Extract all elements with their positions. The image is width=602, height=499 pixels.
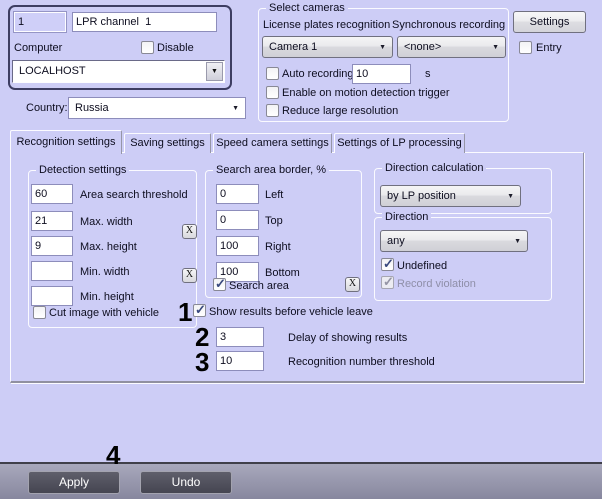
footer-bar: Apply Undo <box>0 462 602 499</box>
annotation-1: 1 <box>178 299 192 325</box>
border-right-label: Right <box>265 241 291 254</box>
reduce-resolution-label: Reduce large resolution <box>282 105 398 118</box>
select-cameras-title: Select cameras <box>266 2 348 14</box>
motion-trigger-label: Enable on motion detection trigger <box>282 87 450 100</box>
border-bottom-label: Bottom <box>265 267 300 280</box>
search-area-title: Search area border, % <box>213 164 329 176</box>
sync-recording-value: <none> <box>404 41 441 53</box>
lpr-camera-select[interactable]: Camera 1 ▼ <box>262 36 393 58</box>
cut-image-label: Cut image with vehicle <box>49 307 159 320</box>
min-height-label: Min. height <box>80 291 134 304</box>
record-violation-label: Record violation <box>397 278 476 291</box>
tab-saving-settings[interactable]: Saving settings <box>124 133 211 153</box>
threshold-label: Recognition number threshold <box>288 356 435 369</box>
border-left-label: Left <box>265 189 283 202</box>
country-select-value: Russia <box>75 102 109 114</box>
delay-input[interactable] <box>216 327 264 347</box>
sync-recording-select[interactable]: <none> ▼ <box>397 36 506 58</box>
computer-select-value: LOCALHOST <box>19 65 86 77</box>
search-area-label: Search area <box>229 280 289 293</box>
direction-title: Direction <box>382 211 431 223</box>
detection-settings-title: Detection settings <box>36 164 129 176</box>
country-label: Country: <box>26 102 68 115</box>
disable-checkbox[interactable] <box>141 41 154 54</box>
chevron-down-icon: ▼ <box>232 105 239 113</box>
undo-button[interactable]: Undo <box>140 471 232 494</box>
threshold-input[interactable] <box>216 351 264 371</box>
channel-name-input[interactable] <box>72 12 217 32</box>
max-width-input[interactable] <box>31 211 73 231</box>
sync-recording-label: Synchronous recording <box>392 19 505 32</box>
annotation-3: 3 <box>195 349 209 375</box>
tab-lp-processing-settings[interactable]: Settings of LP processing <box>334 133 465 153</box>
record-violation-checkbox <box>381 276 394 289</box>
area-search-threshold-input[interactable] <box>31 184 73 204</box>
channel-id-input[interactable] <box>14 12 66 32</box>
tab-speed-camera-settings[interactable]: Speed camera settings <box>213 133 332 153</box>
chevron-down-icon: ▼ <box>492 44 499 52</box>
tab-recognition-settings[interactable]: Recognition settings <box>10 130 122 154</box>
min-width-input[interactable] <box>31 261 73 281</box>
chevron-down-icon: ▼ <box>507 193 514 201</box>
show-results-label: Show results before vehicle leave <box>209 306 373 319</box>
direction-select[interactable]: any ▼ <box>380 230 528 252</box>
border-left-input[interactable] <box>216 184 259 204</box>
lpr-settings-dialog: Computer Disable LOCALHOST ▼ Country: Ru… <box>0 0 602 499</box>
entry-checkbox[interactable] <box>519 41 532 54</box>
apply-button[interactable]: Apply <box>28 471 120 494</box>
clear-max-size-button[interactable]: X <box>182 224 197 239</box>
direction-calculation-select[interactable]: by LP position ▼ <box>380 185 521 207</box>
clear-min-size-button[interactable]: X <box>182 268 197 283</box>
chevron-down-icon[interactable]: ▼ <box>206 62 223 81</box>
motion-trigger-checkbox[interactable] <box>266 86 279 99</box>
border-right-input[interactable] <box>216 236 259 256</box>
min-width-label: Min. width <box>80 266 130 279</box>
search-area-checkbox[interactable] <box>213 278 226 291</box>
apply-button-label: Apply <box>59 475 89 489</box>
max-height-label: Max. height <box>80 241 137 254</box>
clear-search-area-button[interactable]: X <box>345 277 360 292</box>
direction-calculation-title: Direction calculation <box>382 162 486 174</box>
border-top-label: Top <box>265 215 283 228</box>
reduce-resolution-checkbox[interactable] <box>266 104 279 117</box>
chevron-down-icon: ▼ <box>514 238 521 246</box>
undefined-checkbox[interactable] <box>381 258 394 271</box>
undefined-label: Undefined <box>397 260 447 273</box>
auto-recording-duration-input[interactable] <box>352 64 411 84</box>
annotation-4: 4 <box>106 442 120 468</box>
auto-recording-checkbox[interactable] <box>266 67 279 80</box>
cut-image-checkbox[interactable] <box>33 306 46 319</box>
auto-recording-label: Auto recording <box>282 68 354 81</box>
settings-button[interactable]: Settings <box>513 11 586 33</box>
lpr-camera-label: License plates recognition <box>263 19 390 32</box>
border-top-input[interactable] <box>216 210 259 230</box>
lpr-camera-value: Camera 1 <box>269 41 317 53</box>
seconds-label: s <box>425 68 431 81</box>
max-width-label: Max. width <box>80 216 133 229</box>
undo-button-label: Undo <box>172 475 201 489</box>
direction-calculation-value: by LP position <box>387 190 456 202</box>
show-results-checkbox[interactable] <box>193 304 206 317</box>
max-height-input[interactable] <box>31 236 73 256</box>
computer-label: Computer <box>14 42 62 55</box>
chevron-down-icon: ▼ <box>379 44 386 52</box>
delay-label: Delay of showing results <box>288 332 407 345</box>
computer-select[interactable]: LOCALHOST ▼ <box>12 60 225 83</box>
direction-value: any <box>387 235 405 247</box>
disable-label: Disable <box>157 42 194 55</box>
min-height-input[interactable] <box>31 286 73 306</box>
area-search-threshold-label: Area search threshold <box>80 189 188 202</box>
entry-label: Entry <box>536 42 562 55</box>
country-select[interactable]: Russia ▼ <box>68 97 246 119</box>
